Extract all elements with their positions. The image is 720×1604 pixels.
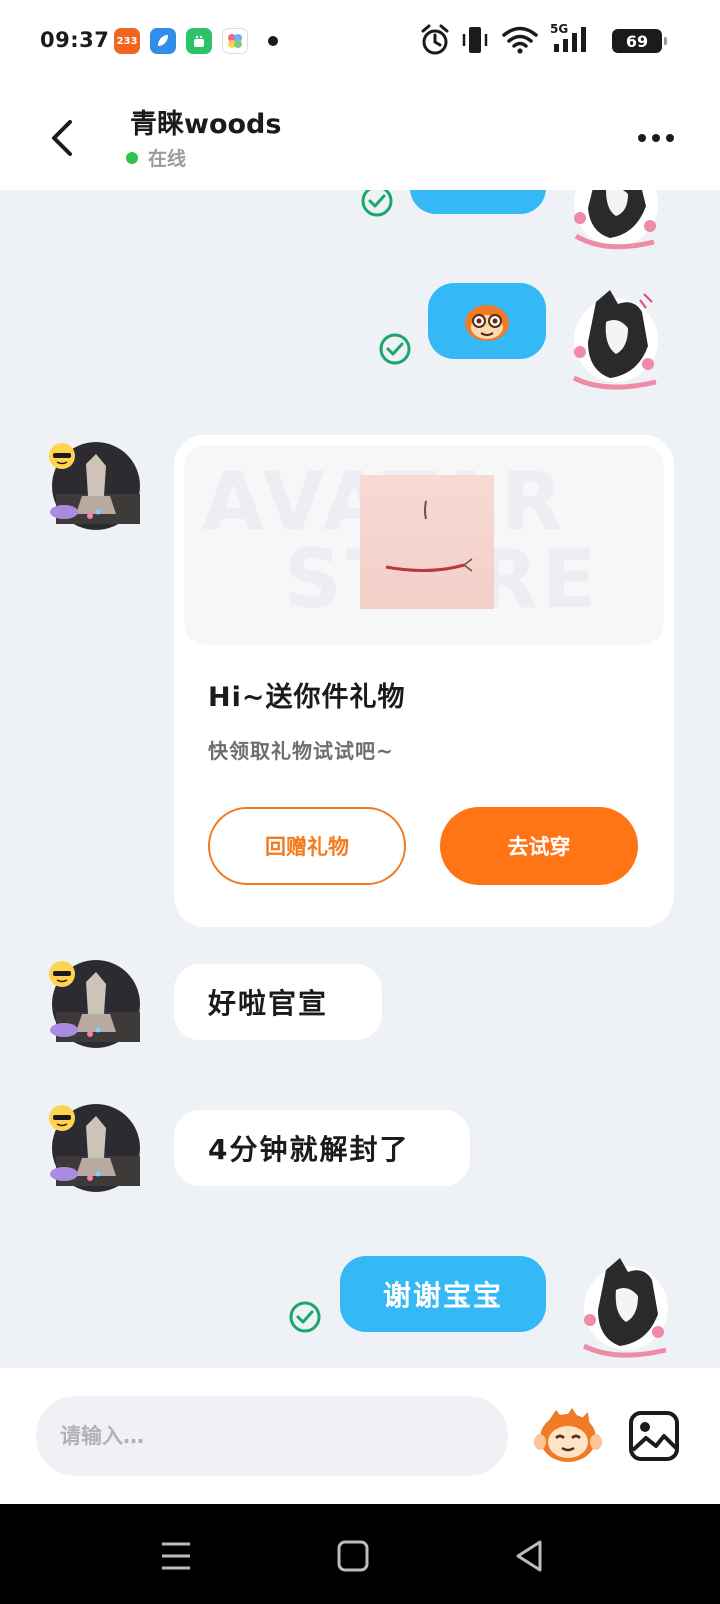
gift-subtitle: 快领取礼物试试吧~	[208, 739, 394, 763]
contact-name[interactable]: 青睐woods	[130, 102, 281, 141]
my-message-bubble[interactable]	[410, 190, 546, 214]
contact-avatar[interactable]	[46, 954, 142, 1050]
clover-app-icon	[222, 28, 248, 54]
gift-title: Hi~送你件礼物	[208, 682, 406, 713]
gift-item-image	[360, 475, 494, 609]
my-avatar[interactable]	[576, 1250, 672, 1360]
home-icon[interactable]	[333, 1536, 373, 1576]
contact-message-bubble[interactable]: 好啦官宣	[174, 964, 382, 1040]
gift-banner: AVATAR STORE	[184, 445, 664, 645]
my-sticker-bubble[interactable]	[428, 283, 546, 359]
notification-dot-icon	[268, 36, 278, 46]
image-picker-icon[interactable]	[628, 1410, 680, 1462]
feather-app-icon	[150, 28, 176, 54]
chevron-left-icon	[52, 120, 72, 156]
battery-indicator: 69	[612, 29, 667, 53]
contact-avatar[interactable]	[46, 436, 142, 532]
online-status: 在线	[126, 144, 186, 171]
signal-icon	[554, 27, 586, 52]
chat-header: 青睐woods 在线	[0, 84, 720, 190]
my-message-bubble[interactable]: 谢谢宝宝	[340, 1256, 546, 1332]
vibrate-icon	[462, 27, 488, 53]
back-button[interactable]	[36, 110, 86, 166]
android-app-icon	[186, 28, 212, 54]
return-gift-button[interactable]: 回赠礼物	[208, 807, 406, 885]
back-triangle-icon[interactable]	[510, 1536, 550, 1576]
status-time: 09:37	[40, 28, 110, 52]
dot-icon	[652, 134, 660, 142]
contact-avatar[interactable]	[46, 1098, 142, 1194]
wifi-icon	[502, 26, 538, 54]
system-navigation-bar	[0, 1504, 720, 1604]
recent-apps-icon[interactable]	[156, 1536, 196, 1576]
my-avatar[interactable]	[566, 282, 662, 392]
dot-icon	[638, 134, 646, 142]
my-avatar[interactable]	[566, 190, 662, 256]
emoji-sticker-button[interactable]	[534, 1402, 602, 1468]
read-check-icon	[361, 190, 393, 217]
gift-card[interactable]: AVATAR STORE Hi~送你件礼物 快领取礼物试试吧~ 回赠礼物 去试穿	[174, 435, 674, 927]
dot-icon	[666, 134, 674, 142]
more-options-button[interactable]	[632, 120, 680, 156]
message-input-bar	[0, 1368, 720, 1504]
online-status-label: 在线	[148, 148, 187, 170]
monkey-emoji-icon	[465, 305, 509, 341]
contact-message-bubble[interactable]: 4分钟就解封了	[174, 1110, 470, 1186]
message-input[interactable]	[36, 1396, 508, 1476]
233-app-icon: 233	[114, 28, 140, 54]
read-check-icon	[289, 1301, 321, 1333]
chat-message-list[interactable]: AVATAR STORE Hi~送你件礼物 快领取礼物试试吧~ 回赠礼物 去试穿…	[0, 190, 720, 1368]
lips-item-icon	[385, 500, 473, 573]
try-on-button[interactable]: 去试穿	[440, 807, 638, 885]
alarm-icon	[421, 24, 449, 55]
online-dot-icon	[126, 151, 138, 164]
status-bar: 09:37 233 5G 69	[0, 0, 720, 84]
read-check-icon	[379, 333, 411, 365]
